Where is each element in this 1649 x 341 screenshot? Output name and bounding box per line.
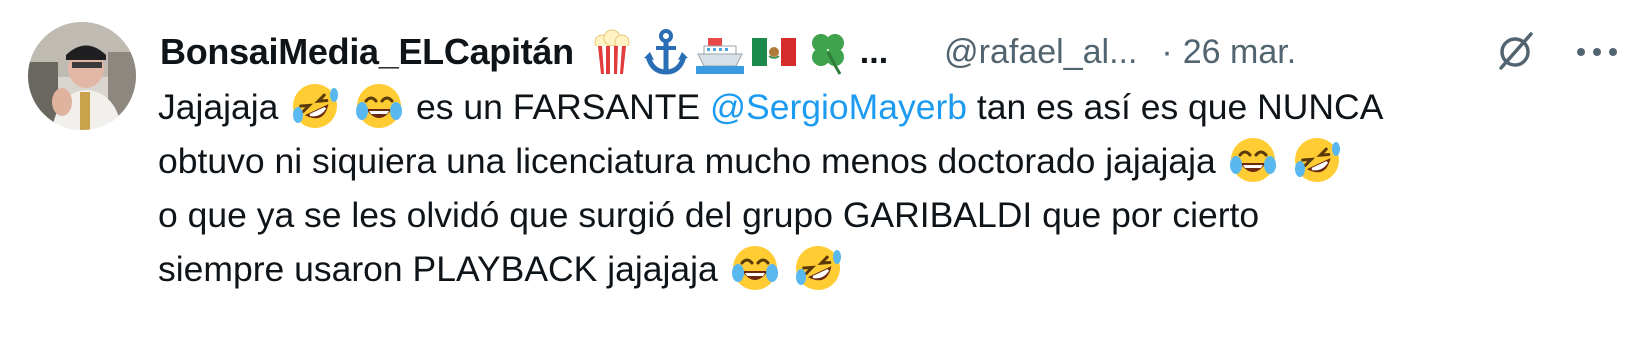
text-segment: tan es así es que NUNCA <box>976 87 1384 127</box>
name-emoji-badges <box>588 28 852 76</box>
author-name[interactable]: BonsaiMedia_ELCapitán <box>160 31 574 73</box>
tweet[interactable]: BonsaiMedia_ELCapitán ... @rafael_al... … <box>0 0 1649 341</box>
rolling-laughing-emoji-icon <box>796 246 842 290</box>
author-handle[interactable]: @rafael_al... <box>944 33 1137 72</box>
popcorn-emoji-icon <box>594 29 630 74</box>
four-leaf-clover-emoji-icon <box>811 34 844 75</box>
text-segment: es un FARSANTE <box>416 87 701 127</box>
tweet-line-1: Jajajaja es un FARSANTE @SergioMayerb ta… <box>158 80 1598 134</box>
name-truncation: ... <box>859 32 889 71</box>
tweet-header: BonsaiMedia_ELCapitán ... @rafael_al... … <box>160 22 1631 82</box>
rolling-laughing-emoji-icon <box>1294 138 1340 182</box>
tears-of-joy-emoji-icon <box>1229 138 1276 182</box>
rolling-laughing-emoji-icon <box>293 84 339 128</box>
tweet-line-4: siempre usaron PLAYBACK jajajaja <box>158 242 1598 296</box>
text-segment: siempre usaron PLAYBACK jajajaja <box>158 249 718 289</box>
mexico-flag-emoji-icon <box>751 38 796 66</box>
tweet-line-2: obtuvo ni siquiera una licenciatura much… <box>158 134 1598 188</box>
tears-of-joy-emoji-icon <box>356 84 403 128</box>
author-avatar[interactable] <box>28 22 136 130</box>
anchor-emoji-icon <box>643 29 688 75</box>
text-segment: obtuvo ni siquiera una licenciatura much… <box>158 141 1216 181</box>
tears-of-joy-emoji-icon <box>731 246 778 290</box>
ship-emoji-icon <box>695 38 744 74</box>
tweet-date[interactable]: 26 mar. <box>1183 33 1296 72</box>
more-dots-icon[interactable] <box>1567 28 1627 76</box>
separator-dot: · <box>1161 32 1173 71</box>
grok-slash-icon[interactable] <box>1491 28 1539 76</box>
mention-link[interactable]: @SergioMayerb <box>710 87 967 127</box>
text-segment: Jajajaja <box>158 87 279 127</box>
tweet-line-3: o que ya se les olvidó que surgió del gr… <box>158 188 1598 242</box>
text-segment: o que ya se les olvidó que surgió del gr… <box>158 195 1260 235</box>
tweet-text: Jajajaja es un FARSANTE @SergioMayerb ta… <box>158 80 1598 296</box>
